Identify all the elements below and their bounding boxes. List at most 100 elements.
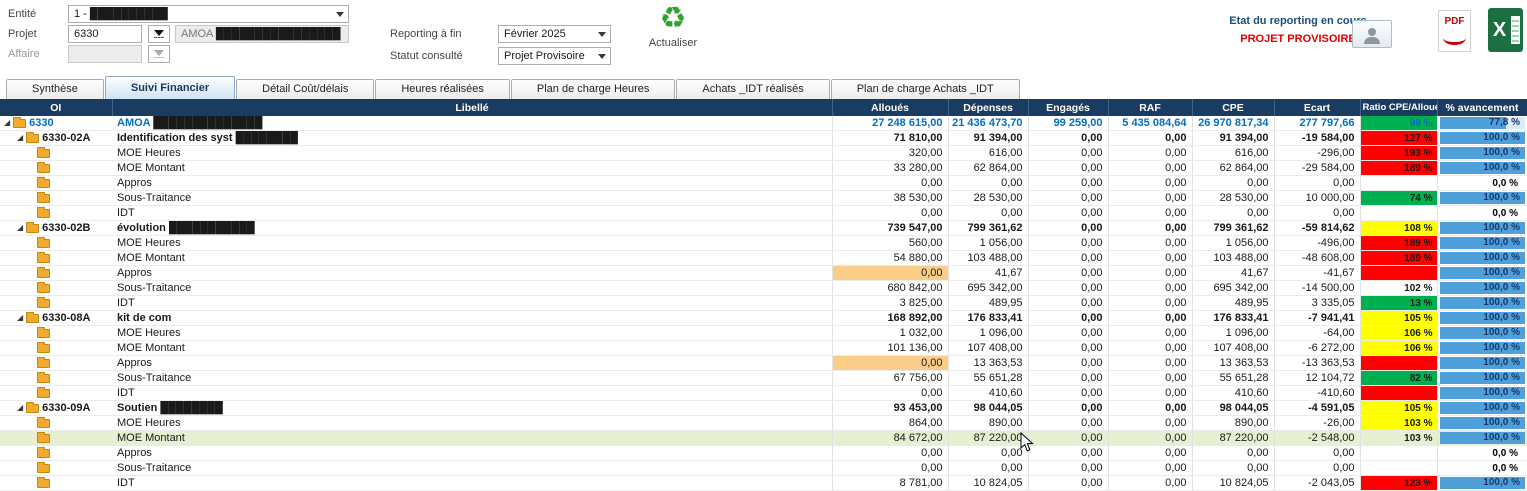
cell-ecart[interactable]: -496,00 [1274,236,1360,251]
cell-cpe[interactable]: 890,00 [1192,416,1274,431]
cell-libelle[interactable]: MOE Montant [112,431,832,446]
cell-oi[interactable] [0,476,112,491]
cell-ecart[interactable]: -2 548,00 [1274,431,1360,446]
cell-libelle[interactable]: MOE Montant [112,161,832,176]
table-row[interactable]: MOE Heures560,001 056,000,000,001 056,00… [0,236,1527,251]
cell-ecart[interactable]: 12 104,72 [1274,371,1360,386]
cell-oi[interactable] [0,386,112,401]
cell-libelle[interactable]: IDT [112,386,832,401]
cell-engages[interactable]: 0,00 [1028,206,1108,221]
cell-engages[interactable]: 0,00 [1028,446,1108,461]
cell-ecart[interactable]: 10 000,00 [1274,191,1360,206]
cell-alloues[interactable]: 739 547,00 [832,221,948,236]
cell-ratio[interactable]: 99 % [1360,116,1437,131]
cell-ratio[interactable]: 82 % [1360,371,1437,386]
cell-avancement[interactable]: 77,8 % [1437,116,1527,131]
cell-libelle[interactable]: IDT [112,476,832,491]
tab-plan-de-charge-heures[interactable]: Plan de charge Heures [511,79,676,99]
table-row[interactable]: ◢6330-09ASoutien ████████93 453,0098 044… [0,401,1527,416]
cell-avancement[interactable]: 100,0 % [1437,416,1527,431]
cell-engages[interactable]: 0,00 [1028,251,1108,266]
table-row[interactable]: IDT8 781,0010 824,050,000,0010 824,05-2 … [0,476,1527,491]
cell-ratio[interactable]: 193 % [1360,146,1437,161]
cell-oi[interactable]: ◢6330-08A [0,311,112,326]
affaire-lookup-button[interactable] [148,45,170,63]
cell-avancement[interactable]: 100,0 % [1437,401,1527,416]
column-header-libell[interactable]: Libellé [112,99,832,116]
cell-ratio[interactable]: 103 % [1360,431,1437,446]
cell-oi[interactable] [0,296,112,311]
table-row[interactable]: MOE Heures864,00890,000,000,00890,00-26,… [0,416,1527,431]
cell-engages[interactable]: 0,00 [1028,221,1108,236]
cell-ecart[interactable]: -59 814,62 [1274,221,1360,236]
cell-raf[interactable]: 0,00 [1108,281,1192,296]
statut-select[interactable]: Projet Provisoire [498,47,611,65]
cell-engages[interactable]: 0,00 [1028,326,1108,341]
cell-alloues[interactable]: 0,00 [832,446,948,461]
cell-oi[interactable] [0,326,112,341]
cell-cpe[interactable]: 87 220,00 [1192,431,1274,446]
cell-depenses[interactable]: 1 096,00 [948,326,1028,341]
cell-ratio[interactable] [1360,386,1437,401]
cell-ecart[interactable]: 0,00 [1274,461,1360,476]
entite-select[interactable]: 1 - ██████████ [68,5,349,23]
cell-alloues[interactable]: 71 810,00 [832,131,948,146]
cell-oi[interactable] [0,431,112,446]
cell-engages[interactable]: 0,00 [1028,281,1108,296]
cell-cpe[interactable]: 1 096,00 [1192,326,1274,341]
tab-suivi-financier[interactable]: Suivi Financier [105,76,235,99]
tab-d-tail-co-t-d-lais[interactable]: Détail Coût/délais [236,79,374,99]
cell-cpe[interactable]: 98 044,05 [1192,401,1274,416]
table-row[interactable]: ◢6330-02AIdentification des syst ███████… [0,131,1527,146]
cell-ratio[interactable]: 189 % [1360,251,1437,266]
cell-avancement[interactable]: 100,0 % [1437,386,1527,401]
cell-ecart[interactable]: -29 584,00 [1274,161,1360,176]
table-row[interactable]: Sous-Traitance67 756,0055 651,280,000,00… [0,371,1527,386]
column-header-engag-s[interactable]: Engagés [1028,99,1108,116]
cell-raf[interactable]: 0,00 [1108,161,1192,176]
cell-raf[interactable]: 0,00 [1108,371,1192,386]
tab-heures-r-alis-es[interactable]: Heures réalisées [375,79,510,99]
cell-engages[interactable]: 0,00 [1028,416,1108,431]
cell-avancement[interactable]: 100,0 % [1437,146,1527,161]
cell-raf[interactable]: 0,00 [1108,356,1192,371]
cell-depenses[interactable]: 890,00 [948,416,1028,431]
cell-ratio[interactable]: 108 % [1360,221,1437,236]
cell-depenses[interactable]: 103 488,00 [948,251,1028,266]
cell-raf[interactable]: 0,00 [1108,386,1192,401]
table-row[interactable]: IDT3 825,00489,950,000,00489,953 335,051… [0,296,1527,311]
table-row[interactable]: Sous-Traitance0,000,000,000,000,000,000,… [0,461,1527,476]
cell-ratio[interactable] [1360,176,1437,191]
cell-cpe[interactable]: 799 361,62 [1192,221,1274,236]
cell-avancement[interactable]: 100,0 % [1437,266,1527,281]
cell-depenses[interactable]: 98 044,05 [948,401,1028,416]
cell-raf[interactable]: 0,00 [1108,251,1192,266]
cell-libelle[interactable]: MOE Montant [112,251,832,266]
cell-ecart[interactable]: -2 043,05 [1274,476,1360,491]
cell-alloues[interactable]: 320,00 [832,146,948,161]
cell-libelle[interactable]: IDT [112,296,832,311]
cell-raf[interactable]: 0,00 [1108,191,1192,206]
column-header-oi[interactable]: OI [0,99,112,116]
cell-libelle[interactable]: évolution ███████████ [112,221,832,236]
cell-ecart[interactable]: -6 272,00 [1274,341,1360,356]
cell-ratio[interactable]: 123 % [1360,476,1437,491]
cell-depenses[interactable]: 0,00 [948,461,1028,476]
projet-input[interactable] [68,25,142,43]
cell-ratio[interactable]: 106 % [1360,341,1437,356]
cell-ecart[interactable]: -13 363,53 [1274,356,1360,371]
cell-cpe[interactable]: 91 394,00 [1192,131,1274,146]
cell-oi[interactable] [0,266,112,281]
cell-libelle[interactable]: Sous-Traitance [112,371,832,386]
cell-engages[interactable]: 0,00 [1028,131,1108,146]
cell-ecart[interactable]: -14 500,00 [1274,281,1360,296]
cell-alloues[interactable]: 38 530,00 [832,191,948,206]
cell-depenses[interactable]: 21 436 473,70 [948,116,1028,131]
cell-cpe[interactable]: 41,67 [1192,266,1274,281]
cell-cpe[interactable]: 616,00 [1192,146,1274,161]
cell-ratio[interactable]: 74 % [1360,191,1437,206]
table-row[interactable]: ◢6330-08Akit de com168 892,00176 833,410… [0,311,1527,326]
cell-raf[interactable]: 0,00 [1108,266,1192,281]
cell-libelle[interactable]: Appros [112,266,832,281]
cell-libelle[interactable]: IDT [112,206,832,221]
